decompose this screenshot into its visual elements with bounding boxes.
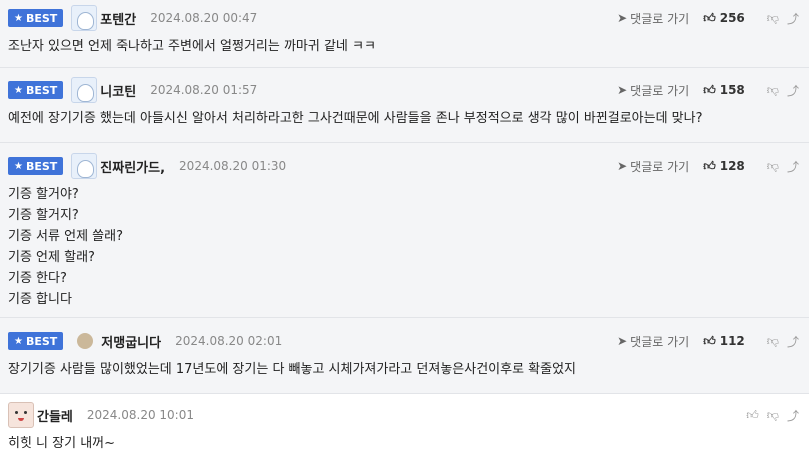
reply-link-label: 댓글로 가기: [630, 11, 690, 26]
thumbs-up-icon[interactable]: 👍︎: [746, 408, 759, 423]
dislike-icon[interactable]: 👎︎: [767, 11, 779, 26]
like-count: 112: [719, 334, 745, 348]
star-icon: ★: [14, 335, 23, 347]
comment-header: ★ BEST 진짜린가드, 2024.08.20 01:30 ➤ 댓글로 가기 👍︎…: [0, 148, 809, 184]
comment-header: 간들레 2024.08.20 10:01 👍︎ 👎︎ ⤴: [0, 397, 809, 433]
comment-tools: ➤ 댓글로 가기 👍︎ 256 👎︎ ⤴: [617, 0, 799, 36]
comment-body: 조난자 있으면 언제 죽나하고 주변에서 얼쩡거리는 까마귀 같네 ㅋㅋ: [0, 36, 809, 67]
comment-date: 2024.08.20 10:01: [86, 408, 194, 422]
comment-item: 간들레 2024.08.20 10:01 👍︎ 👎︎ ⤴ 히힛 니 장기 내꺼~: [0, 394, 809, 464]
send-icon: ➤: [617, 159, 628, 173]
comment-text: 기증 서류 언제 쓸래?: [8, 229, 123, 244]
best-badge: ★ BEST: [8, 81, 64, 99]
best-badge: ★ BEST: [8, 157, 64, 175]
reply-link[interactable]: ➤ 댓글로 가기: [617, 82, 689, 99]
comment-date: 2024.08.20 02:01: [175, 334, 283, 348]
comment-tools: ➤ 댓글로 가기 👍︎ 112 👎︎ ⤴: [617, 323, 799, 359]
thumbs-up-icon: 👍︎: [703, 10, 716, 25]
share-icon[interactable]: ⤴: [787, 82, 799, 99]
best-badge: ★ BEST: [8, 332, 64, 350]
comment-item: ★ BEST 니코틴 2024.08.20 01:57 ➤ 댓글로 가기 👍︎ 158…: [0, 68, 809, 143]
comment-text: 기증 합니다: [8, 292, 72, 307]
best-badge-label: BEST: [25, 83, 58, 97]
avatar[interactable]: [71, 77, 98, 103]
best-badge-label: BEST: [25, 11, 58, 25]
avatar[interactable]: [77, 333, 94, 349]
comment-author[interactable]: 저맹굽니다: [101, 332, 161, 351]
comment-text: 기증 할거지?: [8, 208, 79, 223]
like-count: 256: [719, 11, 745, 25]
share-icon[interactable]: ⤴: [787, 407, 799, 424]
like-button[interactable]: 👍︎ 256: [703, 11, 745, 26]
thumbs-up-icon: 👍︎: [703, 82, 716, 97]
share-icon[interactable]: ⤴: [787, 10, 799, 27]
send-icon: ➤: [617, 83, 628, 97]
reply-link-label: 댓글로 가기: [630, 83, 690, 98]
reply-link[interactable]: ➤ 댓글로 가기: [617, 333, 689, 350]
comment-header: ★ BEST 저맹굽니다 2024.08.20 02:01 ➤ 댓글로 가기 👍︎ 1…: [0, 323, 809, 359]
send-icon: ➤: [617, 334, 628, 348]
comment-text: 기증 언제 할래?: [8, 250, 95, 265]
comment-author[interactable]: 간들레: [37, 406, 73, 425]
share-icon[interactable]: ⤴: [787, 333, 799, 350]
comment-item: ★ BEST 포텐간 2024.08.20 00:47 ➤ 댓글로 가기 👍︎ 256…: [0, 0, 809, 68]
comment-body: 예전에 장기기증 했는데 아들시신 알아서 처리하라고한 그사건때문에 사람들을…: [0, 108, 809, 139]
comment-header: ★ BEST 포텐간 2024.08.20 00:47 ➤ 댓글로 가기 👍︎ 256…: [0, 0, 809, 36]
thumbs-up-icon: 👍︎: [703, 333, 716, 348]
reply-link-label: 댓글로 가기: [630, 159, 690, 174]
like-button[interactable]: 👍︎ 158: [703, 83, 745, 98]
comment-date: 2024.08.20 01:57: [150, 83, 258, 97]
comment-tools: ➤ 댓글로 가기 👍︎ 128 👎︎ ⤴: [617, 148, 799, 184]
reply-link[interactable]: ➤ 댓글로 가기: [617, 10, 689, 27]
comment-text: 조난자 있으면 언제 죽나하고 주변에서 얼쩡거리는 까마귀 같네 ㅋㅋ: [8, 39, 376, 54]
comment-body: 히힛 니 장기 내꺼~: [0, 433, 809, 464]
comment-text: 기증 한다?: [8, 271, 67, 286]
like-button[interactable]: 👍︎ 128: [703, 159, 745, 174]
avatar[interactable]: [71, 153, 98, 179]
comment-item: ★ BEST 저맹굽니다 2024.08.20 02:01 ➤ 댓글로 가기 👍︎ 1…: [0, 318, 809, 394]
comment-tools: ➤ 댓글로 가기 👍︎ 158 👎︎ ⤴: [617, 72, 799, 108]
comment-tools: 👍︎ 👎︎ ⤴: [738, 397, 799, 433]
comment-date: 2024.08.20 01:30: [179, 159, 287, 173]
like-button[interactable]: 👍︎ 112: [703, 334, 745, 349]
star-icon: ★: [14, 160, 23, 172]
dislike-icon[interactable]: 👎︎: [767, 408, 779, 423]
comment-author[interactable]: 포텐간: [100, 9, 136, 28]
comment-date: 2024.08.20 00:47: [150, 11, 258, 25]
like-count: 128: [719, 159, 745, 173]
best-badge: ★ BEST: [8, 9, 64, 27]
comment-author[interactable]: 진짜린가드,: [100, 157, 165, 176]
best-badge-label: BEST: [25, 159, 58, 173]
comment-text: 히힛 니 장기 내꺼~: [8, 436, 116, 451]
comment-text: 장기기증 사람들 많이했었는데 17년도에 장기는 다 빼놓고 시체가져가라고 …: [8, 362, 577, 377]
best-badge-label: BEST: [25, 334, 58, 348]
comment-text: 예전에 장기기증 했는데 아들시신 알아서 처리하라고한 그사건때문에 사람들을…: [8, 111, 703, 126]
dislike-icon[interactable]: 👎︎: [767, 83, 779, 98]
dislike-icon[interactable]: 👎︎: [767, 334, 779, 349]
comment-body: 장기기증 사람들 많이했었는데 17년도에 장기는 다 빼놓고 시체가져가라고 …: [0, 359, 809, 390]
comment-author[interactable]: 니코틴: [100, 81, 136, 100]
send-icon: ➤: [617, 11, 628, 25]
share-icon[interactable]: ⤴: [787, 158, 799, 175]
comment-header: ★ BEST 니코틴 2024.08.20 01:57 ➤ 댓글로 가기 👍︎ 158…: [0, 72, 809, 108]
avatar[interactable]: [71, 5, 98, 31]
thumbs-up-icon: 👍︎: [703, 158, 716, 173]
dislike-icon[interactable]: 👎︎: [767, 159, 779, 174]
comment-item: ★ BEST 진짜린가드, 2024.08.20 01:30 ➤ 댓글로 가기 👍︎…: [0, 143, 809, 318]
reply-link[interactable]: ➤ 댓글로 가기: [617, 158, 689, 175]
reply-link-label: 댓글로 가기: [630, 334, 690, 349]
comment-body: 기증 할거야? 기증 할거지? 기증 서류 언제 쓸래? 기증 언제 할래? 기…: [0, 184, 809, 320]
star-icon: ★: [14, 12, 23, 24]
like-count: 158: [719, 83, 745, 97]
comment-text: 기증 할거야?: [8, 187, 79, 202]
star-icon: ★: [14, 84, 23, 96]
avatar[interactable]: [8, 402, 34, 428]
